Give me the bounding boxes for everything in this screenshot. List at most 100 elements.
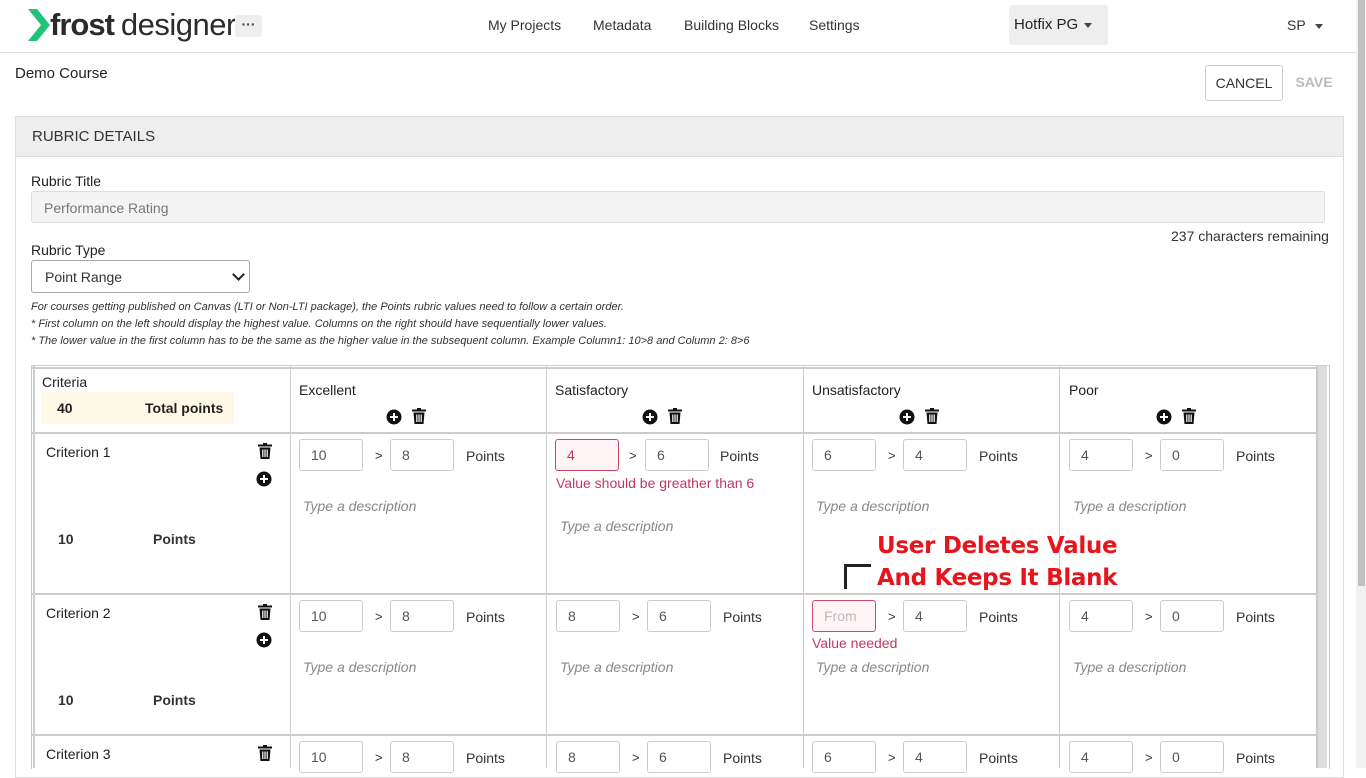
more-menu-button[interactable]: ···: [235, 15, 262, 37]
plus-circle-icon[interactable]: [386, 409, 402, 425]
range-from-input[interactable]: 8: [556, 600, 620, 632]
total-points-value: 40: [57, 400, 73, 416]
points-label: Points: [979, 448, 1018, 464]
range-from-input[interactable]: 6: [812, 741, 876, 773]
row-divider: [32, 593, 1317, 595]
description-input[interactable]: Type a description: [816, 659, 929, 675]
range-from-input[interactable]: 10: [299, 741, 363, 773]
range-from-input[interactable]: 4: [1069, 600, 1133, 632]
greater-than-sign: >: [1145, 609, 1153, 624]
trash-icon[interactable]: [258, 443, 272, 459]
total-points-label: Total points: [145, 400, 224, 416]
description-input[interactable]: Type a description: [816, 498, 929, 514]
top-navbar: frost designer ··· My Projects Metadata …: [0, 0, 1356, 53]
description-input[interactable]: Type a description: [1073, 498, 1186, 514]
description-input[interactable]: Type a description: [303, 659, 416, 675]
range-to-input[interactable]: 8: [390, 741, 454, 773]
canvas-note-rule-1: * First column on the left should displa…: [31, 318, 607, 330]
range-to-input[interactable]: 6: [647, 600, 711, 632]
trash-icon[interactable]: [412, 408, 426, 424]
greater-than-sign: >: [632, 609, 640, 624]
column-header-poor: Poor: [1069, 382, 1099, 398]
table-scrollbar[interactable]: [1317, 366, 1327, 768]
range-to-input[interactable]: 4: [903, 600, 967, 632]
row-divider: [32, 432, 1317, 434]
range-to-input[interactable]: 6: [647, 741, 711, 773]
page-scrollbar-thumb[interactable]: [1358, 0, 1365, 586]
greater-than-sign: >: [375, 448, 383, 463]
description-input[interactable]: Type a description: [560, 518, 673, 534]
col-divider: [1316, 366, 1318, 768]
points-label: Points: [979, 750, 1018, 766]
range-to-input[interactable]: 0: [1160, 439, 1224, 471]
plus-circle-icon[interactable]: [256, 632, 272, 648]
brand-bold: frost: [50, 7, 115, 42]
col-divider: [546, 366, 547, 768]
description-input[interactable]: Type a description: [303, 498, 416, 514]
range-to-input[interactable]: 6: [645, 439, 709, 471]
row-divider: [32, 734, 1317, 736]
save-button[interactable]: SAVE: [1287, 65, 1341, 99]
range-from-input[interactable]: 10: [299, 600, 363, 632]
rubric-type-value: Point Range: [45, 269, 123, 285]
plus-circle-icon[interactable]: [256, 471, 272, 487]
range-to-input[interactable]: 4: [903, 741, 967, 773]
range-from-input-error[interactable]: 4: [555, 439, 619, 471]
trash-icon[interactable]: [258, 604, 272, 620]
range-from-input[interactable]: 4: [1069, 439, 1133, 471]
range-to-input[interactable]: 0: [1160, 741, 1224, 773]
criterion-name: Criterion 1: [46, 444, 111, 460]
plus-circle-icon[interactable]: [899, 409, 915, 425]
trash-icon[interactable]: [258, 745, 272, 761]
frost-logo[interactable]: frost designer: [28, 7, 236, 42]
criterion-name: Criterion 2: [46, 605, 111, 621]
range-from-input-error[interactable]: From: [812, 600, 876, 632]
criterion-points-label: Points: [153, 531, 196, 547]
col-divider: [33, 366, 35, 768]
description-input[interactable]: Type a description: [560, 659, 673, 675]
range-to-input[interactable]: 8: [390, 439, 454, 471]
greater-than-sign: >: [375, 609, 383, 624]
range-from-input[interactable]: 6: [812, 439, 876, 471]
rubric-table: [31, 365, 1330, 769]
points-label: Points: [466, 750, 505, 766]
range-to-input[interactable]: 8: [390, 600, 454, 632]
plus-circle-icon[interactable]: [1156, 409, 1172, 425]
greater-than-sign: >: [632, 750, 640, 765]
rubric-type-select[interactable]: Point Range: [31, 260, 250, 293]
points-label: Points: [466, 448, 505, 464]
trash-icon[interactable]: [1182, 408, 1196, 424]
range-from-input[interactable]: 10: [299, 439, 363, 471]
column-header-excellent: Excellent: [299, 382, 356, 398]
greater-than-sign: >: [888, 609, 896, 624]
user-menu[interactable]: SP: [1287, 17, 1323, 33]
panel-title: RUBRIC DETAILS: [32, 128, 156, 145]
rubric-type-label: Rubric Type: [31, 242, 106, 258]
range-to-input[interactable]: 0: [1160, 600, 1224, 632]
nav-metadata[interactable]: Metadata: [593, 17, 651, 33]
trash-icon[interactable]: [668, 408, 682, 424]
range-to-input[interactable]: 4: [903, 439, 967, 471]
trash-icon[interactable]: [925, 408, 939, 424]
points-label: Points: [723, 750, 762, 766]
criterion-points-value: 10: [58, 531, 74, 547]
nav-building-blocks[interactable]: Building Blocks: [684, 17, 779, 33]
nav-settings[interactable]: Settings: [809, 17, 860, 33]
cancel-button[interactable]: CANCEL: [1205, 65, 1283, 101]
col-divider: [803, 366, 804, 768]
plus-circle-icon[interactable]: [642, 409, 658, 425]
points-label: Points: [723, 609, 762, 625]
nav-my-projects[interactable]: My Projects: [488, 17, 561, 33]
canvas-note-rule-2: * The lower value in the first column ha…: [31, 335, 750, 347]
points-label: Points: [1236, 448, 1275, 464]
col-divider: [290, 366, 291, 768]
range-from-input[interactable]: 8: [556, 741, 620, 773]
rubric-title-input[interactable]: Performance Rating: [31, 191, 1325, 223]
criterion-points-label: Points: [153, 692, 196, 708]
characters-remaining: 237 characters remaining: [1171, 228, 1329, 244]
caret-down-icon: [1084, 22, 1093, 28]
column-header-unsatisfactory: Unsatisfactory: [812, 382, 901, 398]
workspace-dropdown[interactable]: Hotfix PG: [1009, 5, 1108, 45]
description-input[interactable]: Type a description: [1073, 659, 1186, 675]
range-from-input[interactable]: 4: [1069, 741, 1133, 773]
